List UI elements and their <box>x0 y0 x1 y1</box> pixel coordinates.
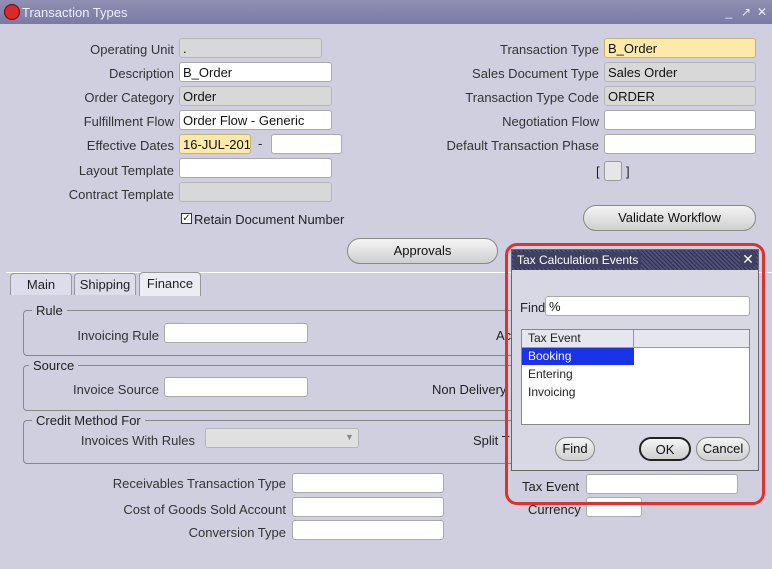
currency-label: Currency <box>528 502 581 517</box>
invoice-source-label: Invoice Source <box>73 382 159 397</box>
cogs-account-label: Cost of Goods Sold Account <box>123 502 286 517</box>
descriptive-flexfield[interactable] <box>604 161 622 181</box>
dialog-title: Tax Calculation Events <box>514 252 642 268</box>
retain-document-checkbox[interactable]: ✓ <box>181 213 192 224</box>
dialog-find-label: Find <box>520 300 546 315</box>
list-item-booking[interactable]: Booking <box>522 348 634 365</box>
approvals-button[interactable]: Approvals <box>347 238 498 264</box>
sales-document-type-label: Sales Document Type <box>472 66 599 81</box>
default-transaction-phase-field[interactable] <box>604 134 756 154</box>
tab-shipping[interactable]: Shipping <box>74 273 136 295</box>
layout-template-field[interactable] <box>179 158 332 178</box>
dialog-cancel-button[interactable]: Cancel <box>696 437 750 461</box>
invoices-with-rules-label: Invoices With Rules <box>80 433 195 448</box>
date-range-separator: - <box>258 136 263 151</box>
retain-document-label: Retain Document Number <box>194 212 345 227</box>
invoicing-rule-field[interactable] <box>164 323 308 343</box>
order-category-field[interactable]: Order <box>179 86 332 106</box>
order-category-label: Order Category <box>84 90 174 105</box>
chevron-down-icon[interactable]: ▼ <box>345 432 354 442</box>
source-group-title: Source <box>29 358 79 373</box>
receivables-transaction-type-field[interactable] <box>292 473 444 493</box>
conversion-type-label: Conversion Type <box>188 525 286 540</box>
split-term-label: Split T <box>473 433 510 448</box>
dialog-close-icon[interactable]: ✕ <box>740 251 756 267</box>
window-title: Transaction Types <box>22 5 128 20</box>
transaction-type-field[interactable]: B_Order <box>604 38 756 58</box>
fulfillment-flow-label: Fulfillment Flow <box>83 114 174 129</box>
description-label: Description <box>108 66 174 81</box>
operating-unit-label: Operating Unit <box>90 42 174 57</box>
receivables-transaction-type-label: Receivables Transaction Type <box>112 476 286 491</box>
tax-event-field[interactable] <box>586 474 738 494</box>
tax-event-column-title: Tax Event <box>522 330 634 347</box>
window-title-bar: Transaction Types _ ↗ ✕ <box>0 0 772 24</box>
dialog-find-button[interactable]: Find <box>555 437 595 461</box>
bracket-left: [ <box>596 164 600 179</box>
description-field[interactable]: B_Order <box>179 62 332 82</box>
maximize-icon[interactable]: ↗ <box>739 5 753 19</box>
invoices-with-rules-select[interactable] <box>205 428 359 448</box>
tab-main[interactable]: Main <box>10 273 72 295</box>
negotiation-flow-field[interactable] <box>604 110 756 130</box>
transaction-type-code-label: Transaction Type Code <box>465 90 599 105</box>
operating-unit-field[interactable]: . <box>179 38 322 58</box>
tax-calculation-events-dialog: Tax Calculation Events ✕ Find % Tax Even… <box>511 249 759 471</box>
tax-event-label: Tax Event <box>522 479 580 494</box>
conversion-type-field[interactable] <box>292 520 444 540</box>
bracket-right: ] <box>626 164 630 179</box>
credit-method-group-title: Credit Method For <box>32 413 145 428</box>
dialog-ok-button[interactable]: OK <box>639 437 691 461</box>
dialog-find-input[interactable]: % <box>545 296 750 316</box>
rule-group-title: Rule <box>32 303 67 318</box>
default-transaction-phase-label: Default Transaction Phase <box>446 138 599 153</box>
transaction-type-label: Transaction Type <box>500 42 599 57</box>
tab-finance[interactable]: Finance <box>139 272 201 296</box>
list-item-invoicing[interactable]: Invoicing <box>522 384 634 401</box>
currency-field[interactable] <box>586 497 642 517</box>
transaction-type-code-field[interactable]: ORDER <box>604 86 756 106</box>
contract-template-field[interactable] <box>179 182 332 202</box>
fulfillment-flow-field[interactable]: Order Flow - Generic <box>179 110 332 130</box>
invoicing-rule-label: Invoicing Rule <box>77 328 159 343</box>
effective-dates-label: Effective Dates <box>86 138 174 153</box>
validate-workflow-button[interactable]: Validate Workflow <box>583 205 756 231</box>
layout-template-label: Layout Template <box>78 163 174 178</box>
effective-date-to-field[interactable] <box>271 134 342 154</box>
list-item-entering[interactable]: Entering <box>522 366 634 383</box>
invoice-source-field[interactable] <box>164 377 308 397</box>
contract-template-label: Contract Template <box>68 187 174 202</box>
close-icon[interactable]: ✕ <box>755 5 769 19</box>
tax-event-column-header: Tax Event <box>522 330 749 348</box>
cogs-account-field[interactable] <box>292 497 444 517</box>
non-delivery-invoice-source-label: Non Delivery I <box>432 382 514 397</box>
oracle-app-icon <box>4 4 20 20</box>
effective-date-from-field[interactable]: 16-JUL-2015 <box>179 134 251 154</box>
tax-event-list: Tax Event Booking Entering Invoicing <box>521 329 750 425</box>
negotiation-flow-label: Negotiation Flow <box>502 114 599 129</box>
accounting-rule-label: Ac <box>496 328 512 343</box>
sales-document-type-field[interactable]: Sales Order <box>604 62 756 82</box>
minimize-icon[interactable]: _ <box>722 5 736 19</box>
